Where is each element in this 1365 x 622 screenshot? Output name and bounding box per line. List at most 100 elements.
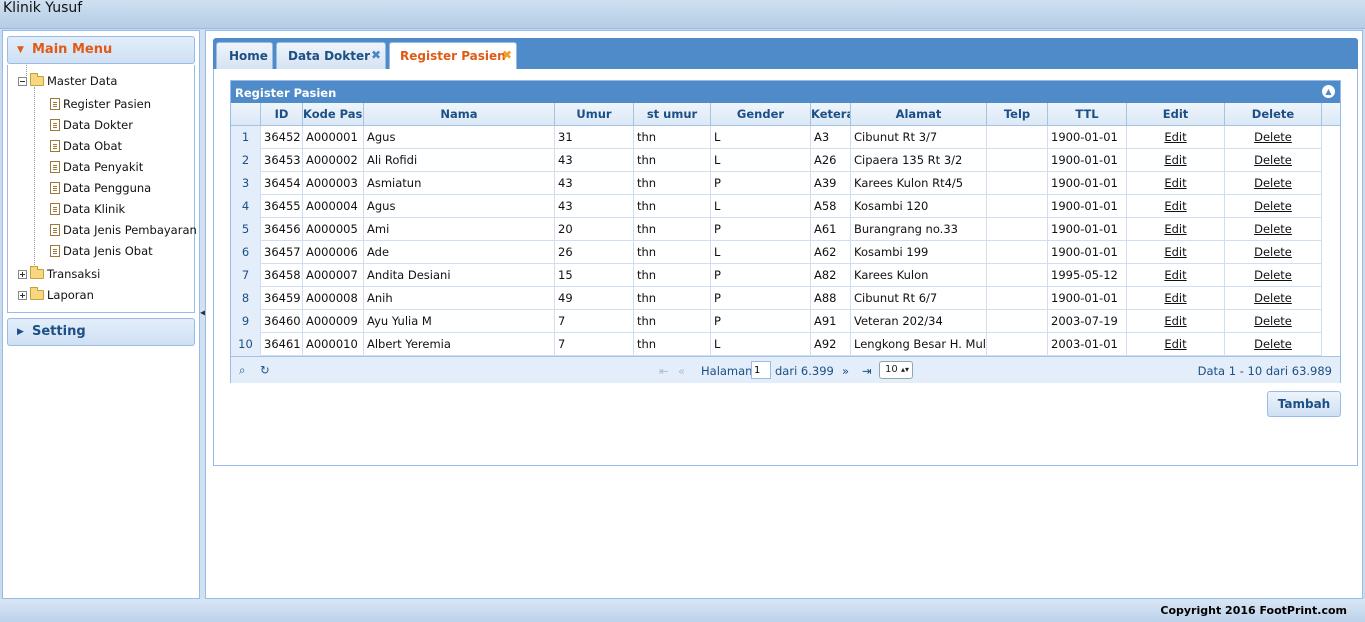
collapse-panel-icon[interactable]: ▲	[1322, 85, 1335, 98]
table-row[interactable]: 10 36461 A000010 Albert Yeremia 7 thn L A92 Leng…	[231, 333, 1322, 356]
tab-data-dokter[interactable]: Data Dokter ✖	[276, 42, 386, 69]
folder-icon	[30, 287, 44, 300]
edit-link[interactable]: Edit	[1127, 172, 1225, 195]
cell-kode-pasien: A000002	[303, 149, 364, 172]
setting-label: Setting	[32, 324, 86, 339]
tambah-button[interactable]: Tambah	[1267, 391, 1341, 417]
table-row[interactable]: 7 36458 A000007 Andita Desiani 15 thn P A82 Kare…	[231, 264, 1322, 287]
tree-label: Transaksi	[47, 267, 101, 281]
table-row[interactable]: 2 36453 A000002 Ali Rofidi 43 thn L A26 Cipaera …	[231, 149, 1322, 172]
tree-node-data-jenis-obat[interactable]: Data Jenis Obat	[50, 241, 153, 261]
cell-status-umur: thn	[634, 333, 711, 356]
page-number-input[interactable]	[751, 361, 771, 379]
tab-register-pasien[interactable]: Register Pasien ✖	[389, 42, 517, 69]
search-icon[interactable]: ⌕	[239, 363, 245, 378]
tree-node-master-data[interactable]: Master Data	[18, 71, 117, 91]
close-icon[interactable]: ✖	[371, 48, 381, 62]
cell-alamat: Veteran 202/34	[851, 310, 987, 333]
table-row[interactable]: 6 36457 A000006 Ade 26 thn L A62 Kosambi 199 1900…	[231, 241, 1322, 264]
table-row[interactable]: 3 36454 A000003 Asmiatun 43 thn P A39 Karees Kul…	[231, 172, 1322, 195]
column-header-delete[interactable]: Delete	[1225, 103, 1322, 125]
tree-node-transaksi[interactable]: Transaksi	[18, 264, 100, 284]
table-row[interactable]: 9 36460 A000009 Ayu Yulia M 7 thn P A91 Veteran …	[231, 310, 1322, 333]
tab-home[interactable]: Home	[216, 42, 273, 69]
delete-link[interactable]: Delete	[1225, 333, 1322, 356]
edit-link[interactable]: Edit	[1127, 264, 1225, 287]
main-menu-label: Main Menu	[32, 42, 113, 57]
tree-node-data-dokter[interactable]: Data Dokter	[50, 115, 133, 135]
edit-link[interactable]: Edit	[1127, 333, 1225, 356]
column-header-status-umur[interactable]: st umur	[634, 103, 711, 125]
cell-nama: Ali Rofidi	[364, 149, 555, 172]
edit-link[interactable]: Edit	[1127, 218, 1225, 241]
column-header-nama[interactable]: Nama	[364, 103, 555, 125]
prev-page-icon[interactable]: «	[678, 364, 685, 378]
tree-label: Master Data	[47, 74, 118, 88]
tree-node-data-pengguna[interactable]: Data Pengguna	[50, 178, 151, 198]
refresh-icon[interactable]: ↻	[260, 363, 270, 377]
edit-link[interactable]: Edit	[1127, 241, 1225, 264]
cell-ttl: 1900-01-01	[1048, 241, 1127, 264]
tree-node-laporan[interactable]: Laporan	[18, 285, 94, 305]
close-icon[interactable]: ✖	[502, 48, 512, 62]
page-size-value: 10	[885, 364, 898, 375]
tab-strip: Home Data Dokter ✖ Register Pasien ✖	[213, 38, 1358, 69]
table-row[interactable]: 5 36456 A000005 Ami 20 thn P A61 Burangrang no.3…	[231, 218, 1322, 241]
tab-label: Register Pasien	[400, 49, 506, 63]
delete-link[interactable]: Delete	[1225, 264, 1322, 287]
column-header-gender[interactable]: Gender	[711, 103, 811, 125]
column-header-telp[interactable]: Telp	[987, 103, 1048, 125]
document-icon	[50, 245, 60, 257]
delete-link[interactable]: Delete	[1225, 172, 1322, 195]
cell-status-umur: thn	[634, 195, 711, 218]
column-header-ttl[interactable]: TTL	[1048, 103, 1127, 125]
column-header-kode-pasien[interactable]: Kode Pasi	[303, 103, 364, 125]
cell-keterangan: A61	[811, 218, 851, 241]
main-menu-header[interactable]: ▼ Main Menu	[7, 36, 195, 64]
tree-node-data-obat[interactable]: Data Obat	[50, 136, 122, 156]
delete-link[interactable]: Delete	[1225, 310, 1322, 333]
cell-id: 36460	[261, 310, 303, 333]
record-info: Data 1 - 10 dari 63.989	[1197, 364, 1332, 378]
table-row[interactable]: 8 36459 A000008 Anih 49 thn P A88 Cibunut Rt 6/7…	[231, 287, 1322, 310]
cell-telp	[987, 241, 1048, 264]
tree-node-data-penyakit[interactable]: Data Penyakit	[50, 157, 143, 177]
last-page-icon[interactable]: ⇥	[862, 364, 872, 378]
delete-link[interactable]: Delete	[1225, 287, 1322, 310]
tree-node-register-pasien[interactable]: Register Pasien	[50, 94, 151, 114]
tree-node-data-jenis-pembayaran[interactable]: Data Jenis Pembayaran	[50, 220, 197, 240]
table-row[interactable]: 1 36452 A000001 Agus 31 thn L A3 Cibunut Rt 3/7 1…	[231, 126, 1322, 149]
collapse-icon[interactable]	[18, 76, 27, 86]
delete-link[interactable]: Delete	[1225, 126, 1322, 149]
column-header-umur[interactable]: Umur	[555, 103, 634, 125]
expand-icon[interactable]	[18, 290, 27, 300]
cell-alamat: Cibunut Rt 3/7	[851, 126, 987, 149]
column-header-id[interactable]: ID	[261, 103, 303, 125]
cell-umur: 20	[555, 218, 634, 241]
column-header-edit[interactable]: Edit	[1127, 103, 1225, 125]
edit-link[interactable]: Edit	[1127, 195, 1225, 218]
delete-link[interactable]: Delete	[1225, 241, 1322, 264]
edit-link[interactable]: Edit	[1127, 287, 1225, 310]
cell-gender: P	[711, 310, 811, 333]
cell-nama: Ade	[364, 241, 555, 264]
page-size-select[interactable]: 10 ▴▾	[879, 361, 913, 379]
column-header-keterangan[interactable]: Ketera	[811, 103, 851, 125]
delete-link[interactable]: Delete	[1225, 218, 1322, 241]
edit-link[interactable]: Edit	[1127, 149, 1225, 172]
table-row[interactable]: 4 36455 A000004 Agus 43 thn L A58 Kosambi 120 190…	[231, 195, 1322, 218]
next-page-icon[interactable]: »	[842, 364, 849, 378]
cell-umur: 7	[555, 333, 634, 356]
column-header-alamat[interactable]: Alamat	[851, 103, 987, 125]
document-icon	[50, 203, 60, 215]
cell-kode-pasien: A000006	[303, 241, 364, 264]
delete-link[interactable]: Delete	[1225, 195, 1322, 218]
edit-link[interactable]: Edit	[1127, 310, 1225, 333]
tree-label: Register Pasien	[63, 97, 152, 111]
first-page-icon[interactable]: ⇤	[659, 364, 669, 378]
edit-link[interactable]: Edit	[1127, 126, 1225, 149]
setting-header[interactable]: ▶ Setting	[7, 318, 195, 346]
tree-node-data-klinik[interactable]: Data Klinik	[50, 199, 125, 219]
delete-link[interactable]: Delete	[1225, 149, 1322, 172]
expand-icon[interactable]	[18, 269, 27, 279]
